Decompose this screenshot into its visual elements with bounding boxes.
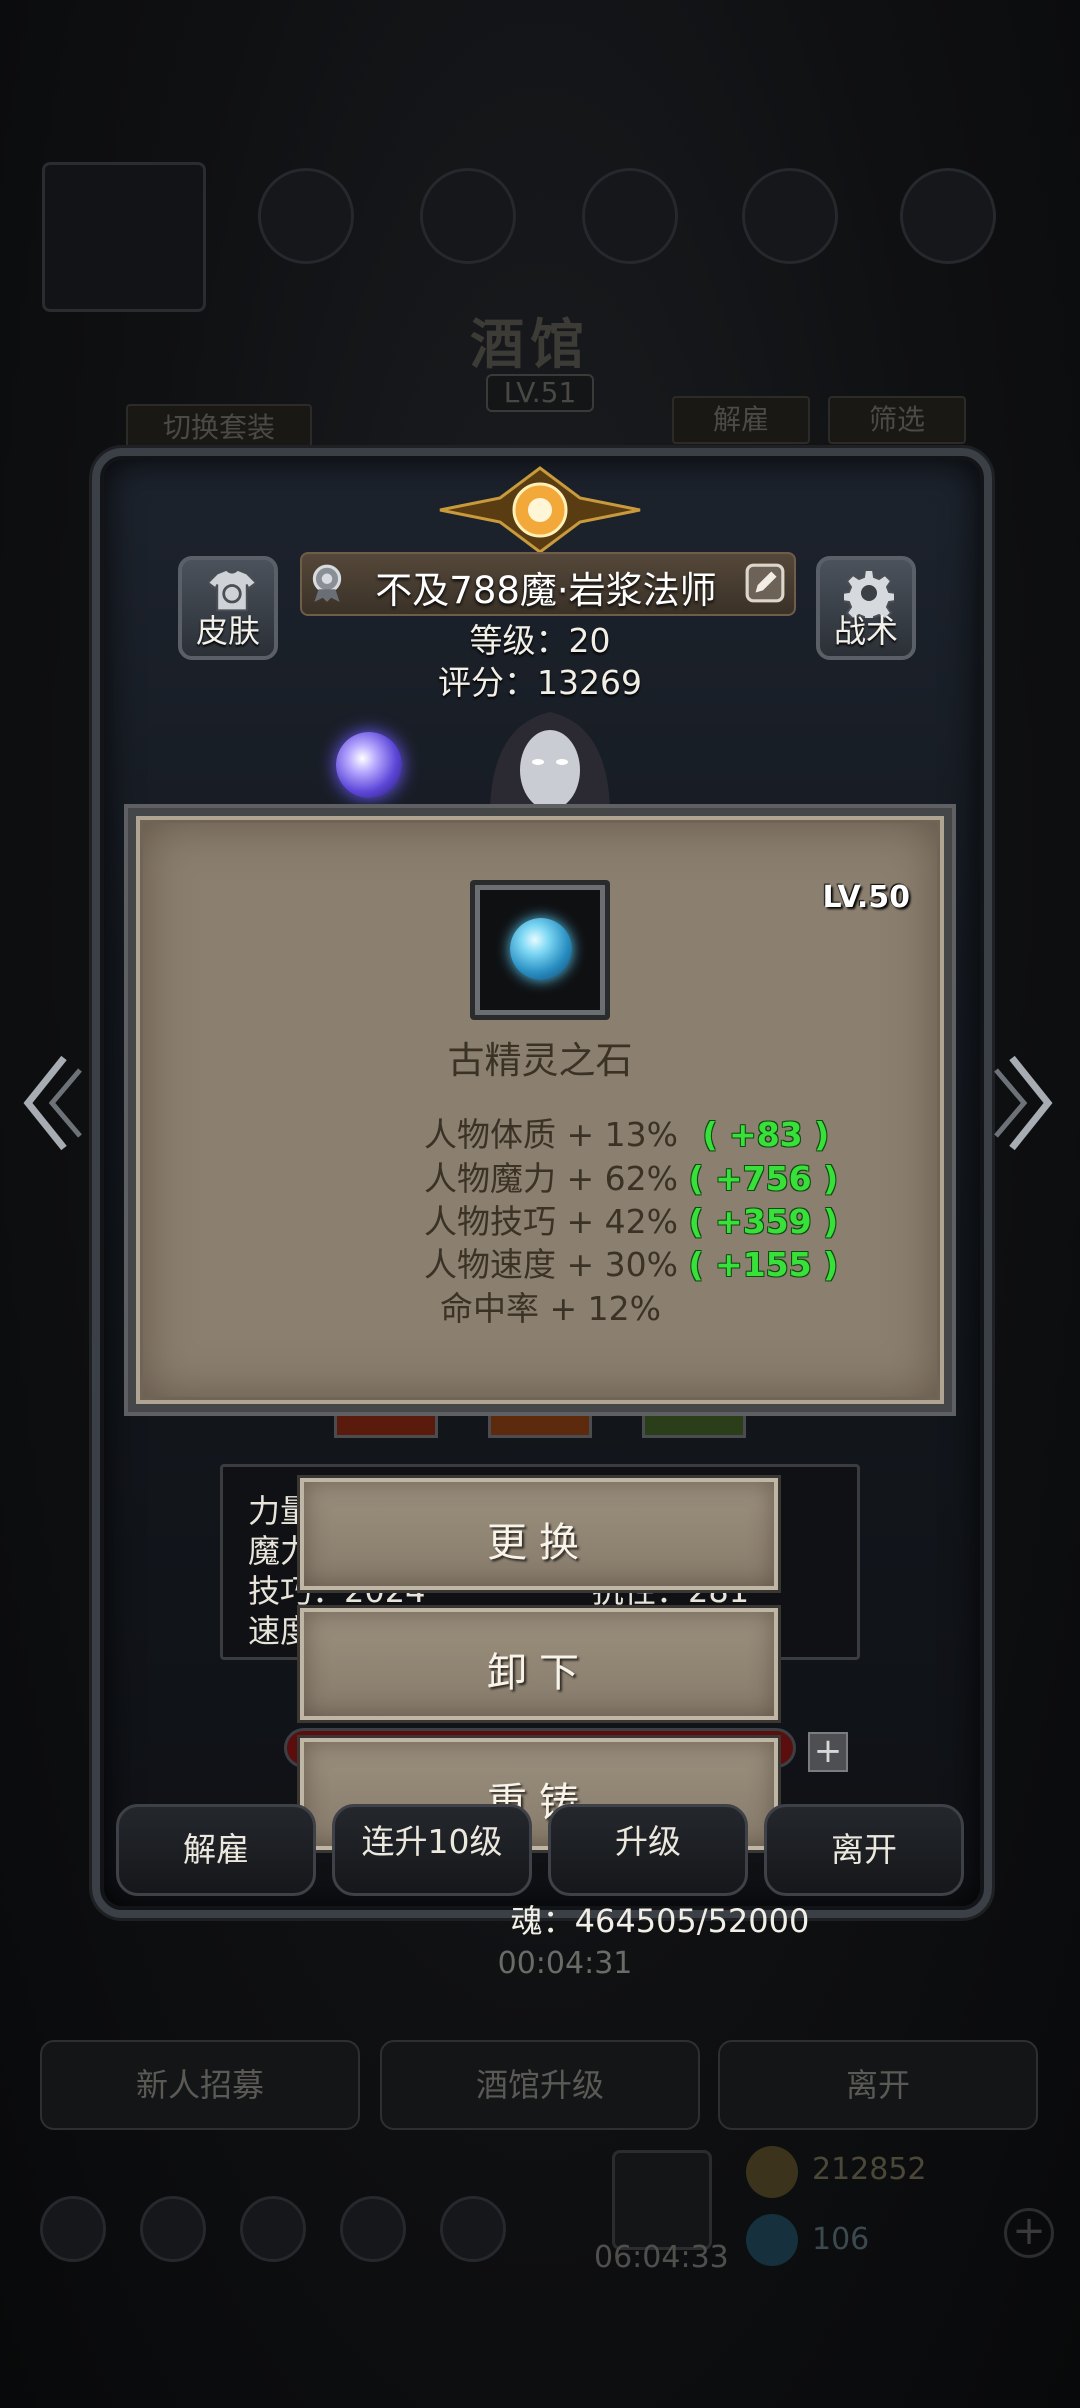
next-hero-arrow-icon[interactable] <box>990 1048 1060 1158</box>
replace-button[interactable]: 更换 <box>300 1478 778 1590</box>
attribute-label: 人物体质 + 13% <box>424 1115 678 1154</box>
skin-label: 皮肤 <box>195 612 260 650</box>
unequip-button[interactable]: 卸下 <box>300 1608 778 1720</box>
gold-amount: 212852 <box>812 2152 927 2187</box>
gift-box-icon[interactable] <box>612 2150 712 2250</box>
attribute-label: 人物魔力 + 62% <box>424 1159 678 1198</box>
dismiss-tab[interactable]: 解雇 <box>672 396 810 444</box>
attribute-label: 人物速度 + 30% <box>424 1245 678 1284</box>
tavern-leave-button[interactable]: 离开 <box>718 2040 1038 2130</box>
recruit-button[interactable]: 新人招募 <box>40 2040 360 2130</box>
attribute-row: 人物体质 + 13% ( +83 ) <box>424 1108 830 1154</box>
top-filter-circle-3[interactable] <box>582 168 678 264</box>
attribute-row: 人物速度 + 30% ( +155 ) <box>424 1238 839 1284</box>
gold-coin-icon <box>746 2146 798 2198</box>
tactics-button[interactable]: 战术 <box>816 556 916 660</box>
attribute-bonus: ( +359 ) <box>688 1202 839 1241</box>
attribute-row: 人物技巧 + 42% ( +359 ) <box>424 1195 839 1241</box>
add-exp-icon[interactable]: + <box>808 1732 848 1772</box>
gem-amount: 106 <box>812 2222 870 2257</box>
crest-emblem-icon <box>439 466 641 554</box>
hero-portrait <box>490 712 610 816</box>
hero-level: 等级：20 <box>469 621 611 660</box>
attribute-label: 人物技巧 + 42% <box>424 1202 678 1241</box>
magic-orb-icon <box>336 732 402 798</box>
tavern-title: 酒馆 <box>470 312 590 376</box>
switch-outfit-tab[interactable]: 切换套装 <box>126 404 312 452</box>
edit-name-icon[interactable] <box>744 562 786 604</box>
upgrade-tavern-button[interactable]: 酒馆升级 <box>380 2040 700 2130</box>
bottom-menu-icon-3[interactable] <box>240 2196 306 2262</box>
attribute-bonus: ( +756 ) <box>688 1159 839 1198</box>
dismiss-hero-button[interactable]: 解雇 <box>116 1804 316 1896</box>
bottom-menu-icon-2[interactable] <box>140 2196 206 2262</box>
attribute-bonus: ( +155 ) <box>688 1245 839 1284</box>
gem-currency-icon <box>746 2214 798 2266</box>
bottom-menu-icon-4[interactable] <box>340 2196 406 2262</box>
filter-tab[interactable]: 筛选 <box>828 396 966 444</box>
top-hero-avatar[interactable] <box>42 162 206 312</box>
tavern-level: LV.51 <box>486 374 594 412</box>
equip-slot-2[interactable] <box>488 1416 592 1438</box>
elf-stone-icon <box>510 918 572 980</box>
item-level: LV.50 <box>822 880 910 915</box>
attribute-row: 命中率 + 12% <box>440 1282 661 1328</box>
previous-hero-arrow-icon[interactable] <box>16 1048 86 1158</box>
unequip-label: 卸下 <box>487 1650 591 1696</box>
bottom-menu-icon-5[interactable] <box>440 2196 506 2262</box>
top-filter-circle-1[interactable] <box>258 168 354 264</box>
top-filter-circle-4[interactable] <box>742 168 838 264</box>
tactics-label: 战术 <box>833 612 898 650</box>
attribute-label: 命中率 + 12% <box>440 1289 661 1328</box>
replace-label: 更换 <box>487 1520 591 1566</box>
attribute-row: 人物魔力 + 62% ( +756 ) <box>424 1152 839 1198</box>
top-filter-circle-2[interactable] <box>420 168 516 264</box>
soul-counter: 魂：464505/52000 <box>510 1902 810 1940</box>
hero-score: 评分：13269 <box>438 663 642 702</box>
bottom-timer: 06:04:33 <box>594 2240 729 2275</box>
bottom-menu-icon-1[interactable] <box>40 2196 106 2262</box>
leave-hero-button[interactable]: 离开 <box>764 1804 964 1896</box>
item-name: 古精灵之石 <box>447 1039 633 1082</box>
upgrade-button[interactable]: 升级 <box>548 1804 748 1896</box>
hero-name: 不及788魔·岩浆法师 <box>375 569 717 612</box>
equip-slot-3[interactable] <box>642 1416 746 1438</box>
top-filter-circle-5[interactable] <box>900 168 996 264</box>
upgrade-10-button[interactable]: 连升10级 <box>332 1804 532 1896</box>
rank-medal-icon <box>312 564 342 602</box>
skin-button[interactable]: 皮肤 <box>178 556 278 660</box>
background-timer: 00:04:31 <box>497 1946 633 1981</box>
bottom-plus-icon[interactable]: + <box>1004 2208 1054 2258</box>
attribute-bonus: ( +83 ) <box>702 1115 830 1154</box>
equip-slot-1[interactable] <box>334 1416 438 1438</box>
